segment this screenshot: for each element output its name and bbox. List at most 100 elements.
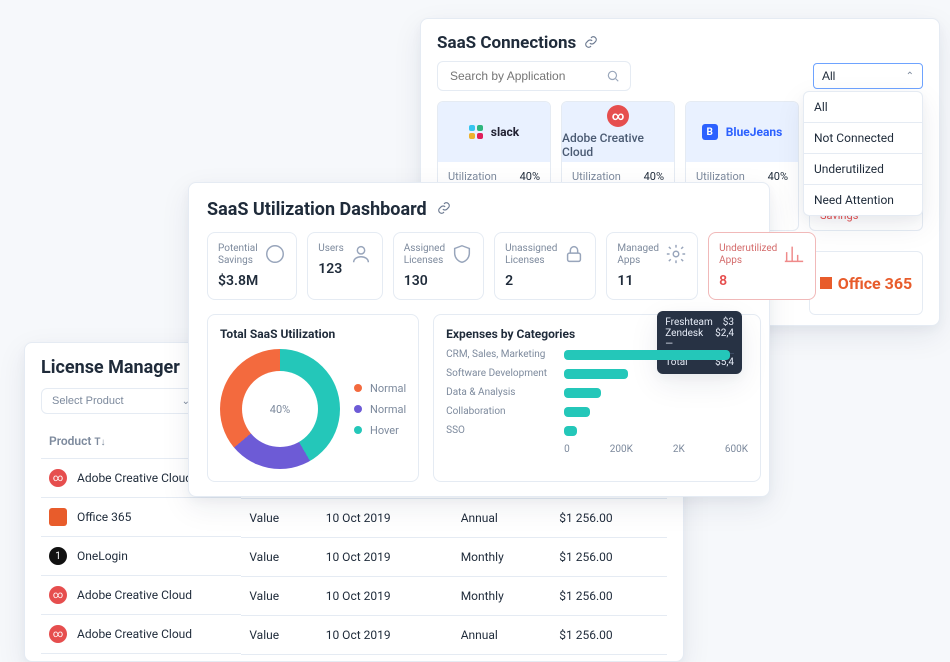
user-icon <box>350 243 372 269</box>
dashboard-panel: SaaS Utilization Dashboard Potential Sav… <box>188 182 770 497</box>
brand-label: slack <box>491 125 519 139</box>
cell: $1 256.00 <box>551 615 667 654</box>
legend-label: Hover <box>370 424 399 437</box>
brand-label: BlueJeans <box>726 125 783 139</box>
table-row[interactable]: ∞Adobe Creative Cloud Value 10 Oct 2019 … <box>41 615 667 654</box>
product-select[interactable]: Select Product ⌄ <box>41 388 201 414</box>
filter-option-underutilized[interactable]: Underutilized <box>804 154 922 185</box>
kpi-label: Potential Savings <box>218 243 258 267</box>
chevron-up-icon: ⌃ <box>906 71 914 82</box>
cell: Value <box>241 615 317 654</box>
cell-product: Adobe Creative Cloud <box>77 588 192 602</box>
x-tick: 600K <box>725 444 748 455</box>
slack-icon <box>469 125 483 139</box>
brand-label: Office 365 <box>838 274 912 293</box>
donut-card: Total SaaS Utilization 40% Normal Normal… <box>207 314 419 482</box>
kpi-value: $3.8M <box>218 273 258 289</box>
office-icon <box>49 508 67 526</box>
legend-item: Normal <box>354 382 406 395</box>
kpi-underutilized-apps[interactable]: Underutilized Apps 8 <box>708 232 816 300</box>
kpi-label: Underutilized Apps <box>719 243 777 267</box>
search-input[interactable] <box>448 68 598 84</box>
donut-title: Total SaaS Utilization <box>220 327 406 341</box>
table-row[interactable]: Office 365 Value 10 Oct 2019 Annual $1 2… <box>41 498 667 537</box>
legend-item: Normal <box>354 403 406 416</box>
shield-icon <box>451 243 473 269</box>
bar-label: Data & Analysis <box>446 387 556 398</box>
table-row[interactable]: ∞Adobe Creative Cloud Value 10 Oct 2019 … <box>41 576 667 615</box>
kpi-label: Unassigned Licenses <box>505 243 557 267</box>
cell: 10 Oct 2019 <box>318 537 453 576</box>
kpi-unassigned-licenses[interactable]: Unassigned Licenses2 <box>494 232 596 300</box>
legend-swatch <box>354 405 362 413</box>
connections-title: SaaS Connections <box>437 33 576 53</box>
bar-label: Collaboration <box>446 406 556 417</box>
cell-product: Adobe Creative Cloud <box>77 471 192 485</box>
kpi-assigned-licenses[interactable]: Assigned Licenses130 <box>393 232 484 300</box>
legend-label: Normal <box>370 382 406 395</box>
app-tile-office365[interactable]: Office 365 <box>809 241 923 315</box>
cell: Value <box>241 498 317 537</box>
kpi-label: Managed Apps <box>617 243 659 267</box>
x-axis: 0 200K 2K 600K <box>564 444 748 455</box>
bars-card: Expenses by Categories Freshteam$3 Zende… <box>433 314 761 482</box>
kpi-label: Users <box>318 243 344 255</box>
link-icon[interactable] <box>437 200 451 219</box>
donut-legend: Normal Normal Hover <box>354 382 406 437</box>
donut-center-label: 40% <box>220 349 340 469</box>
cell: Monthly <box>453 576 552 615</box>
cell-product: Office 365 <box>77 510 131 524</box>
filter-button[interactable]: All ⌃ <box>813 63 923 89</box>
sort-indicator[interactable]: T↓ <box>94 437 105 448</box>
table-row[interactable]: 1OneLogin Value 10 Oct 2019 Monthly $1 2… <box>41 537 667 576</box>
filter-option-not-connected[interactable]: Not Connected <box>804 123 922 154</box>
legend-swatch <box>354 384 362 392</box>
bar-row: Data & Analysis <box>446 387 748 398</box>
onelogin-icon: 1 <box>49 547 67 565</box>
link-icon[interactable] <box>584 34 598 53</box>
col-product[interactable]: Product <box>49 434 91 448</box>
licenses-title: License Manager <box>41 357 180 378</box>
kpi-value: 8 <box>719 273 777 289</box>
tooltip-key: Zendesk <box>665 328 703 339</box>
adobe-icon: ∞ <box>49 469 67 487</box>
bar-row: SSO <box>446 425 748 436</box>
bluejeans-icon: B <box>702 124 718 140</box>
filter-option-all[interactable]: All <box>804 92 922 123</box>
cell: 10 Oct 2019 <box>318 615 453 654</box>
gear-icon <box>665 243 687 269</box>
kpi-value: 11 <box>617 273 659 289</box>
adobe-icon: ∞ <box>49 586 67 604</box>
kpi-users[interactable]: Users123 <box>307 232 383 300</box>
bar-row: Collaboration <box>446 406 748 417</box>
bar <box>564 388 601 398</box>
lock-icon <box>563 243 585 269</box>
bar-label: Software Development <box>446 368 556 379</box>
kpi-potential-savings[interactable]: Potential Savings $3.8M <box>207 232 297 300</box>
kpi-managed-apps[interactable]: Managed Apps 11 <box>606 232 698 300</box>
cell: Value <box>241 537 317 576</box>
cell: Annual <box>453 615 552 654</box>
bar-row: Software Development <box>446 368 748 379</box>
kpi-value: 130 <box>404 273 445 289</box>
select-placeholder: Select Product <box>52 395 124 407</box>
cell: 10 Oct 2019 <box>318 498 453 537</box>
bar <box>564 369 628 379</box>
tooltip-key: — <box>665 339 673 350</box>
brand-label: Adobe Creative Cloud <box>562 131 674 159</box>
sparkle-icon <box>264 243 286 269</box>
chart-tooltip: Freshteam$3 Zendesk$2,4 — Total$5,4 <box>657 311 742 374</box>
x-tick: 2K <box>673 444 685 455</box>
bar-label: SSO <box>446 425 556 436</box>
dashboard-title: SaaS Utilization Dashboard <box>207 199 427 220</box>
search-input-wrap[interactable] <box>437 61 631 91</box>
search-icon <box>606 69 620 83</box>
kpi-row: Potential Savings $3.8M Users123 Assigned… <box>207 232 751 300</box>
adobe-icon <box>607 105 629 127</box>
cell-product: Adobe Creative Cloud <box>77 627 192 641</box>
filter-option-need-attention[interactable]: Need Attention <box>804 185 922 215</box>
cell: Value <box>241 576 317 615</box>
tooltip-key: Freshteam <box>665 317 712 328</box>
bar <box>564 407 590 417</box>
cell: $1 256.00 <box>551 576 667 615</box>
